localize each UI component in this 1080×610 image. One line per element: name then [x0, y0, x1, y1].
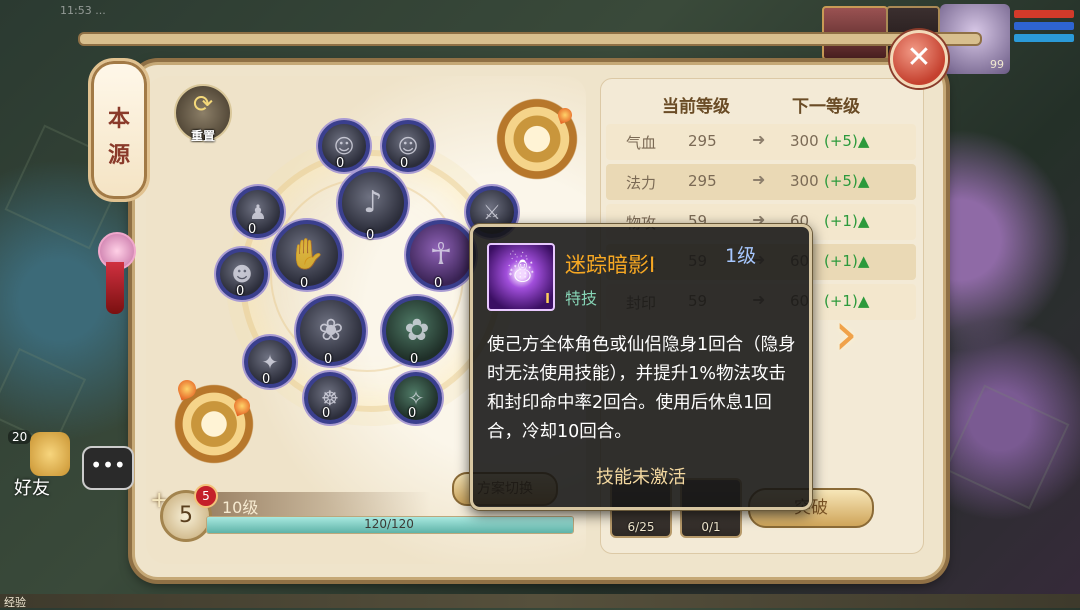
skill-level: 1级	[725, 245, 757, 267]
skill-node-count: 0	[300, 276, 309, 291]
skill-icon: ☃ I	[487, 243, 555, 311]
player-level: 99	[990, 58, 1004, 71]
stat-gain: (+5)▲	[824, 172, 870, 190]
skill-node-count: 0	[324, 352, 333, 367]
lantern-char-2: 源	[107, 142, 130, 168]
arrow-right-icon: ➜	[752, 130, 766, 149]
skill-node-count: 0	[408, 406, 417, 421]
skill-description: 使己方全体角色或仙侣隐身1回合（隐身时无法使用技能），并提升1%物法攻击和封印命…	[487, 335, 796, 442]
stat-gain: (+1)▲	[824, 212, 870, 230]
friend-label[interactable]: 好友	[14, 474, 50, 500]
skill-node-count: 0	[336, 156, 345, 171]
status-bar-text: 11:53 ...	[60, 4, 106, 17]
stat-next: 300	[790, 172, 819, 190]
mp-bar	[1014, 22, 1074, 30]
skill-type: 特技	[565, 289, 598, 308]
friend-level-badge: 20	[8, 430, 32, 444]
stat-row-mp: 法力 295 ➜ 300 (+5)▲	[606, 164, 916, 200]
skill-points-badge: 5	[194, 484, 218, 508]
meditating-figure-icon: ☃	[505, 251, 537, 291]
skill-node-count: 0	[434, 276, 443, 291]
skill-level-label: 10级	[222, 498, 259, 517]
skill-node-count: 0	[248, 222, 257, 237]
skill-node-count: 0	[262, 372, 271, 387]
skill-rank-tag: I	[545, 292, 550, 307]
skill-node-count: 0	[322, 406, 331, 421]
stat-next: 300	[790, 132, 819, 150]
reset-label: 重置	[190, 129, 215, 143]
skill-node-count: 0	[366, 228, 375, 243]
skill-name: 迷踪暗影I	[565, 253, 656, 277]
skill-node-count: 0	[400, 156, 409, 171]
skill-tooltip: ☃ I 迷踪暗影I 1级 特技 使己方全体角色或仙侣隐身1回合（隐身时无法使用技…	[470, 224, 812, 510]
stat-row-hp: 气血 295 ➜ 300 (+5)▲	[606, 124, 916, 160]
hp-bar	[1014, 10, 1074, 18]
pet-portrait[interactable]	[822, 6, 888, 60]
bottom-strip	[0, 594, 1080, 608]
friend-icon[interactable]	[30, 432, 70, 476]
lantern-char-1: 本	[107, 106, 130, 132]
close-icon: ✕	[906, 40, 932, 75]
tab-benyuan[interactable]: 本 源	[88, 58, 150, 202]
item-count: 6/25	[627, 520, 655, 534]
skill-node-count: 0	[236, 284, 245, 299]
header-next-level: 下一等级	[792, 97, 860, 117]
lantern-tassel-icon	[106, 262, 124, 314]
stat-gain: (+1)▲	[824, 252, 870, 270]
stat-current: 295	[688, 132, 717, 150]
close-button[interactable]: ✕	[890, 30, 948, 88]
stat-name: 法力	[626, 174, 657, 192]
skill-node-count: 0	[410, 352, 419, 367]
stat-name: 气血	[626, 134, 657, 152]
item-count: 0/1	[701, 520, 721, 534]
stat-gain: (+5)▲	[824, 132, 870, 150]
refresh-icon: ⟳	[192, 90, 214, 118]
frame-top-rail	[80, 34, 980, 44]
header-current-level: 当前等级	[662, 97, 730, 117]
next-page-chevron-icon[interactable]: ›	[834, 304, 858, 364]
background-tile	[944, 384, 1070, 510]
arrow-right-icon: ➜	[752, 170, 766, 189]
chat-bubble-icon[interactable]: •••	[82, 446, 134, 490]
exp-bar-top	[1014, 34, 1074, 42]
reset-button[interactable]: ⟳ 重置	[174, 84, 232, 143]
exp-progress-text: 120/120	[364, 517, 414, 531]
stat-current: 295	[688, 172, 717, 190]
skill-status: 技能未激活	[596, 467, 686, 488]
